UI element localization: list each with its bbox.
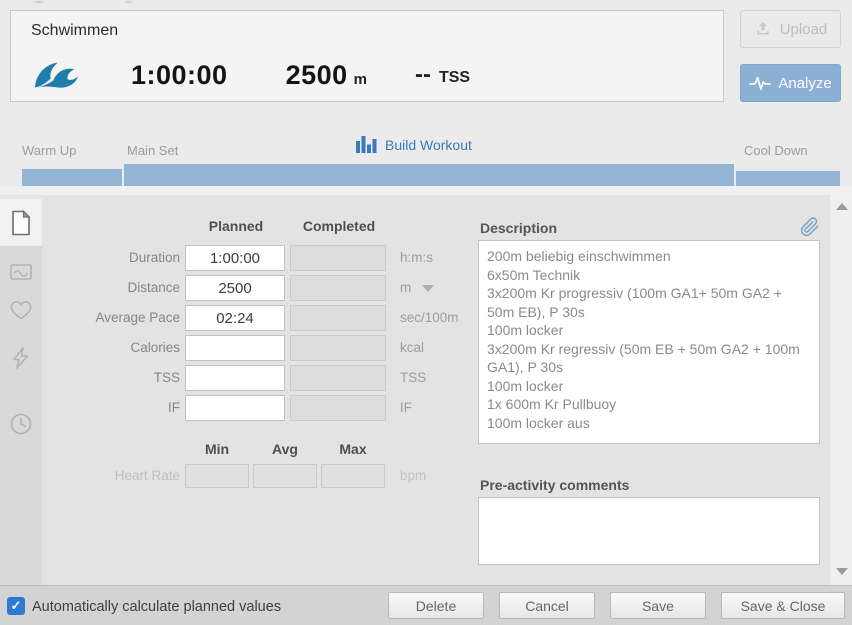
summary-distance-value: 2500 — [286, 60, 348, 91]
calories-unit-label: kcal — [400, 335, 424, 361]
upload-button[interactable]: Upload — [740, 10, 841, 48]
heart-rate-min-field — [185, 464, 249, 488]
average-pace-unit-label: sec/100m — [400, 305, 459, 331]
summary-distance-unit: m — [354, 71, 367, 88]
form-row-if: IF IF — [0, 395, 460, 421]
summary-duration: 1:00:00 — [131, 60, 228, 91]
planned-column-header: Planned — [185, 218, 287, 234]
duration-label: Duration — [0, 245, 180, 271]
cool-down-segment[interactable] — [736, 171, 840, 186]
average-pace-label: Average Pace — [0, 305, 180, 331]
main-set-label: Main Set — [127, 143, 178, 158]
heart-rate-avg-field — [253, 464, 317, 488]
auto-calculate-checkbox[interactable]: ✓ — [7, 597, 25, 615]
average-pace-planned-input[interactable] — [185, 305, 285, 331]
duration-completed-field — [290, 245, 386, 271]
quickview-body: Planned Completed Duration h:m:s Distanc… — [0, 195, 852, 585]
clipped-row-artifact — [32, 0, 46, 4]
upload-button-label: Upload — [780, 21, 828, 38]
cancel-button[interactable]: Cancel — [499, 592, 595, 619]
distance-unit-dropdown-arrow-icon[interactable] — [422, 285, 434, 292]
if-unit-label: IF — [400, 395, 412, 421]
tss-planned-input[interactable] — [185, 365, 285, 391]
form-row-distance: Distance m — [0, 275, 460, 301]
cool-down-label: Cool Down — [744, 143, 808, 158]
build-workout-label: Build Workout — [385, 137, 472, 153]
summary-distance: 2500 m — [286, 60, 367, 91]
workout-quickview-dialog: Schwimmen 1:00:00 2500 m -- TSS — [0, 0, 852, 625]
workout-title: Schwimmen — [31, 22, 118, 40]
description-textarea[interactable]: 200m beliebig einschwimmen 6x50m Technik… — [478, 240, 820, 444]
swim-wave-icon — [33, 59, 79, 91]
upload-icon — [754, 20, 772, 38]
analyze-button-label: Analyze — [778, 75, 831, 92]
document-icon — [9, 210, 33, 236]
build-workout-button[interactable]: Build Workout — [356, 135, 472, 154]
save-button[interactable]: Save — [610, 592, 706, 619]
distance-unit-label: m — [400, 275, 411, 301]
pre-activity-comments-label: Pre-activity comments — [480, 477, 629, 493]
workout-summary-card: Schwimmen 1:00:00 2500 m -- TSS — [10, 10, 724, 102]
main-set-segment[interactable] — [124, 164, 734, 186]
completed-column-header: Completed — [290, 218, 388, 234]
tss-completed-field — [290, 365, 386, 391]
if-label: IF — [0, 395, 180, 421]
footer-bar: ✓ Automatically calculate planned values… — [0, 585, 852, 625]
duration-unit-label: h:m:s — [400, 245, 433, 271]
summary-stats-row: 1:00:00 2500 m -- TSS — [33, 55, 470, 95]
distance-label: Distance — [0, 275, 180, 301]
max-column-header: Max — [321, 441, 385, 457]
scroll-down-arrow-icon[interactable] — [836, 568, 848, 575]
form-row-tss: TSS TSS — [0, 365, 460, 391]
if-planned-input[interactable] — [185, 395, 285, 421]
min-column-header: Min — [185, 441, 249, 457]
quickview-scrollbar[interactable] — [830, 195, 852, 585]
paperclip-icon[interactable] — [800, 216, 820, 238]
warm-up-label: Warm Up — [22, 143, 76, 158]
save-close-button[interactable]: Save & Close — [721, 592, 845, 619]
calories-label: Calories — [0, 335, 180, 361]
avg-column-header: Avg — [253, 441, 317, 457]
scroll-up-arrow-icon[interactable] — [836, 203, 848, 210]
summary-tss: -- TSS — [415, 61, 470, 89]
distance-completed-field — [290, 275, 386, 301]
heart-rate-unit-label: bpm — [400, 464, 426, 488]
heart-rate-max-field — [321, 464, 385, 488]
form-row-average-pace: Average Pace sec/100m — [0, 305, 460, 331]
clipped-row-artifact — [124, 0, 134, 4]
distance-planned-input[interactable] — [185, 275, 285, 301]
form-row-calories: Calories kcal — [0, 335, 460, 361]
average-pace-completed-field — [290, 305, 386, 331]
auto-calculate-label: Automatically calculate planned values — [32, 599, 281, 615]
pre-activity-comments-textarea[interactable] — [478, 497, 820, 565]
duration-planned-input[interactable] — [185, 245, 285, 271]
form-row-heart-rate: Heart Rate bpm — [0, 464, 460, 488]
description-label: Description — [480, 220, 557, 236]
summary-tss-value: -- — [415, 61, 431, 89]
calories-planned-input[interactable] — [185, 335, 285, 361]
workout-bar-track — [0, 186, 852, 195]
delete-button[interactable]: Delete — [388, 592, 484, 619]
pulse-icon — [749, 74, 771, 92]
sidebar-tab-summary[interactable] — [0, 199, 42, 246]
warm-up-segment[interactable] — [22, 169, 122, 186]
if-completed-field — [290, 395, 386, 421]
heart-rate-label: Heart Rate — [0, 464, 180, 488]
tss-unit-label: TSS — [400, 365, 426, 391]
summary-tss-unit: TSS — [439, 69, 470, 87]
tss-label: TSS — [0, 365, 180, 391]
calories-completed-field — [290, 335, 386, 361]
bar-chart-icon — [356, 135, 377, 154]
analyze-button[interactable]: Analyze — [740, 64, 841, 102]
form-row-duration: Duration h:m:s — [0, 245, 460, 271]
